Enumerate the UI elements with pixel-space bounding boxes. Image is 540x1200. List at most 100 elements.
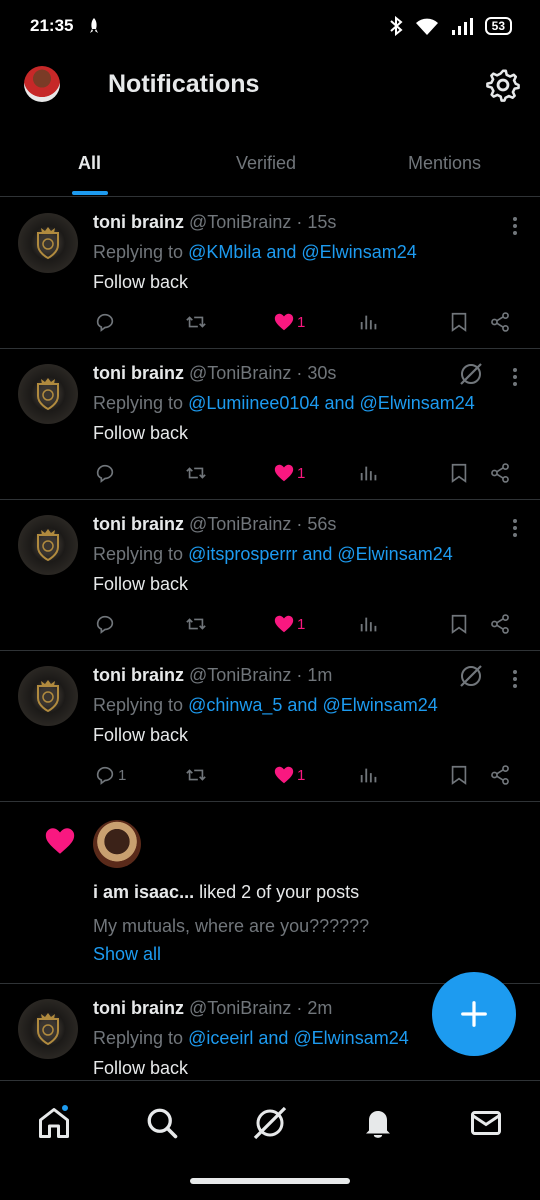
views-button[interactable] (358, 461, 380, 485)
retweet-button[interactable] (185, 612, 207, 636)
views-icon (360, 617, 377, 632)
more-options-icon[interactable] (512, 518, 518, 538)
nav-notifications[interactable] (360, 1105, 396, 1141)
more-options-icon[interactable] (512, 216, 518, 236)
reply-button[interactable]: 1 (94, 763, 126, 787)
tab-mentions[interactable]: Mentions (408, 153, 481, 174)
share-button[interactable] (489, 763, 511, 787)
liker-avatar[interactable] (93, 820, 141, 868)
notifications-feed[interactable]: toni brainz @ToniBrainz · 15s Replying t… (0, 198, 540, 1080)
bookmark-icon (451, 765, 467, 785)
retweet-button[interactable] (185, 310, 207, 334)
compose-button[interactable] (432, 972, 516, 1056)
liker-name[interactable]: i am isaac... (93, 882, 194, 902)
like-button[interactable]: 1 (273, 310, 305, 334)
like-button[interactable]: 1 (273, 612, 305, 636)
reply-button[interactable] (94, 461, 118, 485)
author-name[interactable]: toni brainz (93, 363, 184, 383)
mention-link[interactable]: @Elwinsam24 (337, 544, 452, 564)
post-time: 15s (307, 212, 337, 232)
reply-button[interactable] (94, 612, 118, 636)
show-all-link[interactable]: Show all (93, 944, 161, 965)
crest-icon (37, 1013, 59, 1046)
grok-icon[interactable] (458, 663, 484, 689)
more-options-icon[interactable] (512, 367, 518, 387)
author-name[interactable]: toni brainz (93, 514, 184, 534)
retweet-button[interactable] (185, 763, 207, 787)
mention-link[interactable]: @KMbila (188, 242, 261, 262)
author-name[interactable]: toni brainz (93, 212, 184, 232)
bookmark-button[interactable] (448, 612, 470, 636)
nav-home[interactable] (36, 1103, 72, 1141)
author-handle: @ToniBrainz (189, 212, 292, 232)
mention-link[interactable]: @Elwinsam24 (359, 393, 474, 413)
bookmark-button[interactable] (448, 763, 470, 787)
author-handle: @ToniBrainz (189, 998, 292, 1018)
heart-icon (274, 766, 294, 784)
views-button[interactable] (358, 612, 380, 636)
liked-post-preview: My mutuals, where are you?????? (93, 916, 370, 936)
retweet-button[interactable] (185, 461, 207, 485)
author-name[interactable]: toni brainz (93, 665, 184, 685)
views-button[interactable] (358, 763, 380, 787)
share-button[interactable] (489, 612, 511, 636)
reply-notification[interactable]: toni brainz @ToniBrainz · 30s Replying t… (0, 349, 540, 500)
views-icon (360, 315, 377, 330)
mention-link[interactable]: @Elwinsam24 (301, 242, 416, 262)
reply-notification[interactable]: toni brainz @ToniBrainz · 1m Replying to… (0, 651, 540, 802)
post-text: Follow back (93, 272, 189, 292)
share-button[interactable] (489, 310, 511, 334)
retweet-icon (186, 316, 206, 328)
like-button[interactable]: 1 (273, 461, 305, 485)
status-right: 53 (389, 16, 512, 36)
more-options-icon[interactable] (512, 669, 518, 689)
nav-grok[interactable] (252, 1105, 288, 1141)
wifi-icon (415, 18, 438, 35)
post-header: toni brainz @ToniBrainz · 2m (93, 998, 333, 1018)
mention-link[interactable]: @iceeirl (188, 1028, 253, 1048)
bookmark-button[interactable] (448, 461, 470, 485)
post-actions: 1 1 (0, 763, 540, 787)
share-icon (491, 765, 509, 785)
post-text: Follow back (93, 1058, 189, 1078)
clock: 21:35 (30, 16, 74, 35)
profile-avatar[interactable] (24, 66, 60, 102)
post-header: toni brainz @ToniBrainz · 15s (93, 212, 337, 232)
tab-all[interactable]: All (78, 153, 101, 174)
post-actions: 1 (0, 310, 540, 334)
share-button[interactable] (489, 461, 511, 485)
author-avatar[interactable] (18, 999, 78, 1059)
like-notification[interactable]: i am isaac... liked 2 of your posts My m… (0, 802, 540, 984)
author-avatar[interactable] (18, 666, 78, 726)
mention-link[interactable]: @itsprosperrr (188, 544, 297, 564)
like-button[interactable]: 1 (273, 763, 305, 787)
reply-count: 1 (118, 766, 127, 784)
post-text: Follow back (93, 423, 189, 443)
crest-icon (37, 378, 59, 411)
share-icon (491, 614, 509, 634)
post-text: Follow back (93, 725, 189, 745)
mention-link[interactable]: @chinwa_5 (188, 695, 282, 715)
author-avatar[interactable] (18, 364, 78, 424)
reply-notification[interactable]: toni brainz @ToniBrainz · 56s Replying t… (0, 500, 540, 651)
author-avatar[interactable] (18, 515, 78, 575)
settings-gear-icon[interactable] (486, 68, 520, 102)
views-button[interactable] (358, 310, 380, 334)
reply-button[interactable] (94, 310, 118, 334)
tab-verified[interactable]: Verified (236, 153, 296, 174)
author-name[interactable]: toni brainz (93, 998, 184, 1018)
system-home-indicator[interactable] (190, 1178, 350, 1184)
status-left: 21:35 (30, 16, 101, 36)
retweet-icon (186, 769, 206, 781)
bookmark-button[interactable] (448, 310, 470, 334)
reply-notification[interactable]: toni brainz @ToniBrainz · 15s Replying t… (0, 198, 540, 349)
mention-link[interactable]: @Elwinsam24 (293, 1028, 408, 1048)
nav-search[interactable] (144, 1105, 180, 1141)
nav-messages[interactable] (468, 1105, 504, 1141)
bookmark-icon (451, 463, 467, 483)
author-avatar[interactable] (18, 213, 78, 273)
replying-to: Replying to @Lumiinee0104 and @Elwinsam2… (93, 393, 475, 413)
mention-link[interactable]: @Lumiinee0104 (188, 393, 319, 413)
mention-link[interactable]: @Elwinsam24 (322, 695, 437, 715)
grok-icon[interactable] (458, 361, 484, 387)
